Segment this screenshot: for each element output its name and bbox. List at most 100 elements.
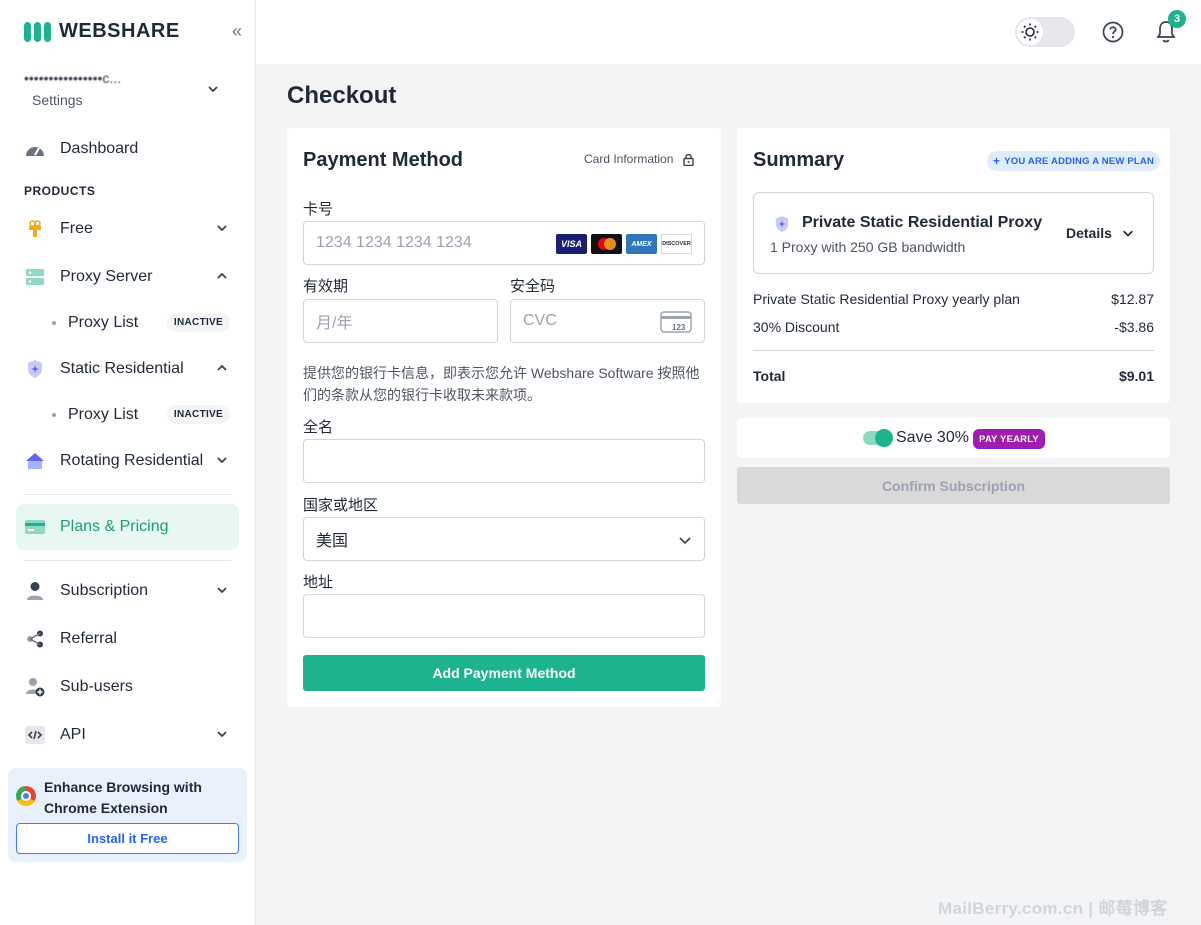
card-number-placeholder: 1234 1234 1234 1234 [316, 234, 472, 251]
chevron-up-icon [217, 364, 227, 371]
nav-free-label: Free [60, 220, 93, 237]
nav-dashboard[interactable]: Dashboard [16, 129, 239, 169]
visa-icon: VISA [556, 234, 587, 254]
nav-free[interactable]: Free [16, 209, 239, 249]
address-input[interactable] [303, 594, 705, 638]
shield-icon [775, 216, 789, 232]
install-extension-button[interactable]: Install it Free [16, 823, 239, 854]
user-icon [24, 580, 46, 602]
expiry-input[interactable]: 月/年 [303, 299, 498, 343]
account-menu[interactable]: ••••••••••••••••c... Settings [24, 70, 234, 108]
full-name-input[interactable] [303, 439, 705, 483]
products-heading: PRODUCTS [24, 184, 96, 198]
total-row: Total $9.01 [753, 368, 1154, 384]
chevron-up-icon [217, 272, 227, 279]
server-icon [24, 266, 46, 288]
top-bar: 3 [256, 0, 1201, 64]
extension-promo-text: Enhance Browsing with Chrome Extension [44, 779, 202, 816]
nav-subscription[interactable]: Subscription [16, 571, 239, 611]
nav-proxy-server-proxy-list[interactable]: Proxy List INACTIVE [48, 308, 234, 338]
full-name-label: 全名 [303, 419, 334, 436]
nav-sub-users[interactable]: Sub-users [16, 667, 239, 707]
gift-icon [24, 218, 46, 240]
lock-icon [683, 153, 695, 166]
bullet-dot [52, 321, 56, 325]
chrome-icon [16, 786, 36, 806]
sun-icon [1017, 19, 1043, 45]
chevron-down-icon [217, 225, 227, 232]
sidebar-divider [24, 560, 231, 561]
plan-item: Private Static Residential Proxy 1 Proxy… [753, 192, 1154, 274]
line-item: 30% Discount -$3.86 [753, 319, 1154, 335]
nav-rotating-residential[interactable]: Rotating Residential [16, 441, 239, 481]
page-title: Checkout [287, 82, 397, 109]
help-icon[interactable] [1102, 21, 1124, 43]
card-number-input[interactable]: 1234 1234 1234 1234 VISA AMEX DISCOVER [303, 221, 705, 265]
nav-referral[interactable]: Referral [16, 619, 239, 659]
cvc-input[interactable]: CVC 123 [510, 299, 705, 343]
total-label: Total [753, 368, 786, 384]
nav-sub-users-label: Sub-users [60, 678, 133, 695]
account-email: ••••••••••••••••c... [24, 70, 122, 86]
chevron-down-icon [1123, 230, 1133, 237]
credit-card-icon [24, 516, 46, 538]
summary-title: Summary [753, 149, 845, 171]
theme-toggle[interactable] [1015, 17, 1075, 47]
new-plan-badge-text: YOU ARE ADDING A NEW PLAN [1004, 155, 1155, 167]
total-value: $9.01 [1118, 368, 1154, 384]
line-item-label: 30% Discount [753, 319, 840, 335]
nav-static-residential-proxy-list[interactable]: Proxy List INACTIVE [48, 400, 234, 430]
nav-api-label: API [60, 726, 86, 743]
mastercard-icon [591, 234, 622, 254]
cvc-placeholder: CVC [523, 312, 557, 329]
payment-method-card: Payment Method Card Information 卡号 1234 … [287, 128, 721, 707]
nav-plans-pricing-label: Plans & Pricing [60, 518, 169, 535]
logo[interactable]: WEBSHARE [24, 20, 180, 43]
card-authorization-disclaimer: 提供您的银行卡信息，即表示您允许 Webshare Software 按照他们的… [303, 365, 700, 403]
card-info-text: Card Information [584, 152, 674, 166]
payment-method-title: Payment Method [303, 149, 464, 171]
chevron-down-icon [217, 731, 227, 738]
card-information-label: Card Information [584, 152, 695, 166]
discover-icon: DISCOVER [661, 234, 692, 254]
cvc-card-icon: 123 [660, 311, 692, 333]
sidebar-divider [24, 494, 231, 495]
account-settings-label: Settings [32, 92, 83, 108]
code-icon [24, 724, 46, 746]
yearly-billing-toggle[interactable] [863, 429, 893, 447]
card-brands: VISA AMEX DISCOVER [556, 234, 692, 254]
country-value: 美国 [316, 533, 349, 550]
line-item-value: -$3.86 [1114, 319, 1154, 335]
watermark-text: MailBerry.com.cn | 邮莓博客 [938, 899, 1168, 918]
confirm-subscription-button[interactable]: Confirm Subscription [737, 467, 1170, 504]
chevron-down-icon [679, 537, 691, 545]
expiry-label: 有效期 [303, 278, 349, 295]
chevron-down-icon [208, 86, 218, 93]
nav-rotating-residential-label: Rotating Residential [60, 452, 204, 469]
billing-cycle-bar: Save 30% PAY YEARLY [737, 418, 1170, 458]
nav-proxy-server[interactable]: Proxy Server [16, 257, 239, 297]
expiry-placeholder: 月/年 [316, 315, 353, 332]
card-number-label: 卡号 [303, 201, 334, 218]
country-select[interactable]: 美国 [303, 517, 705, 561]
nav-dashboard-label: Dashboard [60, 140, 139, 157]
add-user-icon [24, 676, 46, 698]
nav-api[interactable]: API [16, 715, 239, 755]
chevron-down-icon [217, 457, 227, 464]
details-label: Details [1066, 225, 1112, 241]
cvc-label: 安全码 [510, 278, 556, 295]
details-toggle[interactable]: Details [1066, 225, 1134, 241]
nav-proxy-server-label: Proxy Server [60, 268, 153, 285]
nav-plans-pricing[interactable]: Plans & Pricing [16, 504, 239, 550]
collapse-sidebar-icon[interactable]: « [228, 22, 246, 40]
status-badge: INACTIVE [166, 313, 230, 332]
add-payment-method-button[interactable]: Add Payment Method [303, 655, 705, 691]
new-plan-badge: + YOU ARE ADDING A NEW PLAN [987, 151, 1161, 171]
proxy-list-label: Proxy List [68, 314, 139, 331]
save-text: Save 30% [896, 429, 969, 446]
proxy-list-label: Proxy List [68, 406, 139, 423]
summary-card: Summary + YOU ARE ADDING A NEW PLAN Priv… [737, 128, 1170, 403]
svg-text:123: 123 [672, 323, 686, 332]
address-label: 地址 [303, 574, 334, 591]
nav-static-residential[interactable]: Static Residential [16, 349, 239, 389]
